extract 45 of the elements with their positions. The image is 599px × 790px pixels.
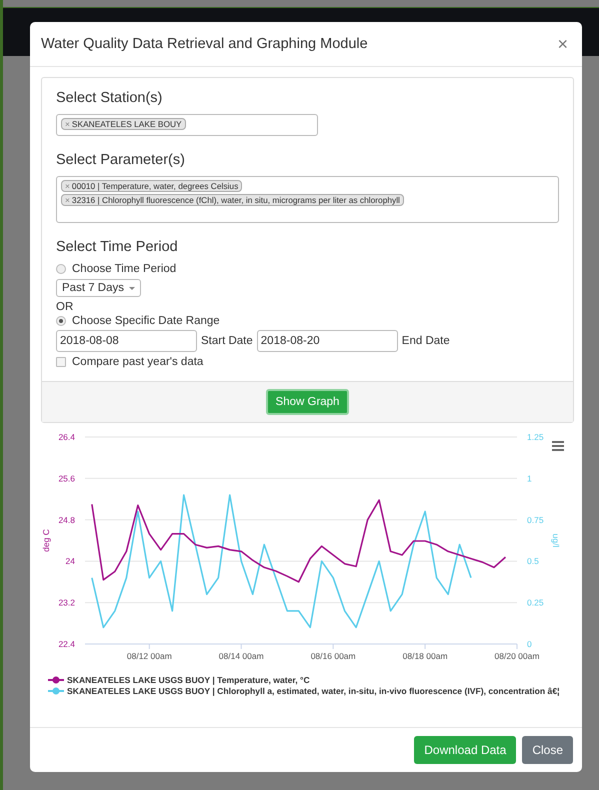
axis-title: ug/l xyxy=(551,534,561,548)
axis-tick-label: 25.6 xyxy=(58,473,75,484)
legend-marker-icon xyxy=(48,676,64,684)
checkbox[interactable] xyxy=(56,357,66,367)
section-heading: Select Time Period xyxy=(56,239,179,255)
axis-tick-label: 08/16 00am xyxy=(310,651,356,661)
axis-tick-label: 1 xyxy=(527,473,532,484)
start-date-field[interactable]: 2018-08-08 xyxy=(56,330,197,352)
axis-tick-label: 26.4 xyxy=(58,432,75,442)
legend-label[interactable]: SKANEATELES LAKE USGS BUOY | Chlorophyll a, estimated, water, in-situ, in-vivo fluorescence (IVF), concentration â€¦ xyxy=(67,686,560,696)
station-select-field[interactable]: × SKANEATELES LAKE BOUY xyxy=(56,114,318,136)
tag-label: 32316 | Chlorophyll fluorescence (fChl), water, in situ, micrograms per liter as chlorophyll xyxy=(72,195,400,205)
axis-tick-label: 24 xyxy=(66,556,75,566)
end-date-field[interactable]: 2018-08-20 xyxy=(256,330,398,352)
axis-tick-label: 0 xyxy=(527,639,532,649)
menu-icon[interactable] xyxy=(552,441,564,451)
axis-tick-label: 08/18 00am xyxy=(402,651,448,661)
axis-tick-label: 22.4 xyxy=(58,639,75,649)
radio-button[interactable] xyxy=(56,316,66,326)
checkbox-label: Compare past year's data xyxy=(72,356,204,368)
axis-tick-label: 08/20 00am xyxy=(494,651,540,661)
radio-label: Choose Time Period xyxy=(72,263,176,275)
axis-tick-label: 1.25 xyxy=(527,432,544,442)
radio-button[interactable] xyxy=(56,264,66,274)
legend-label[interactable]: SKANEATELES LAKE USGS BUOY | Temperature, water, °C xyxy=(67,675,310,685)
axis-tick-label: 0.5 xyxy=(527,556,539,566)
or-text: OR xyxy=(56,301,74,313)
radio-label: Choose Specific Date Range xyxy=(72,315,220,327)
axis-tick-label: 24.8 xyxy=(58,514,75,525)
section-heading: Select Station(s) xyxy=(56,90,164,106)
legend-marker-icon xyxy=(48,687,64,695)
tag-label: SKANEATELES LAKE BOUY xyxy=(72,119,182,129)
close-button[interactable]: Close xyxy=(522,736,573,764)
tag-label: 00010 | Temperature, water, degrees Celsius xyxy=(72,181,238,191)
axis-tick-label: 08/14 00am xyxy=(218,651,264,661)
axis-tick-label: 0.25 xyxy=(527,598,544,608)
axis-tick-label: 0.75 xyxy=(527,514,544,525)
section-heading: Select Parameter(s) xyxy=(56,152,186,168)
axis-title: deg C xyxy=(41,529,51,552)
period-dropdown[interactable]: Past 7 Days xyxy=(56,279,141,297)
axis-tick-label: 08/12 00am xyxy=(126,651,172,661)
field-label: Start Date xyxy=(201,335,253,347)
axis-tick-label: 23.2 xyxy=(58,598,75,608)
field-label: End Date xyxy=(402,335,450,347)
modal-title: Water Quality Data Retrieval and Graphing Module xyxy=(41,36,368,52)
